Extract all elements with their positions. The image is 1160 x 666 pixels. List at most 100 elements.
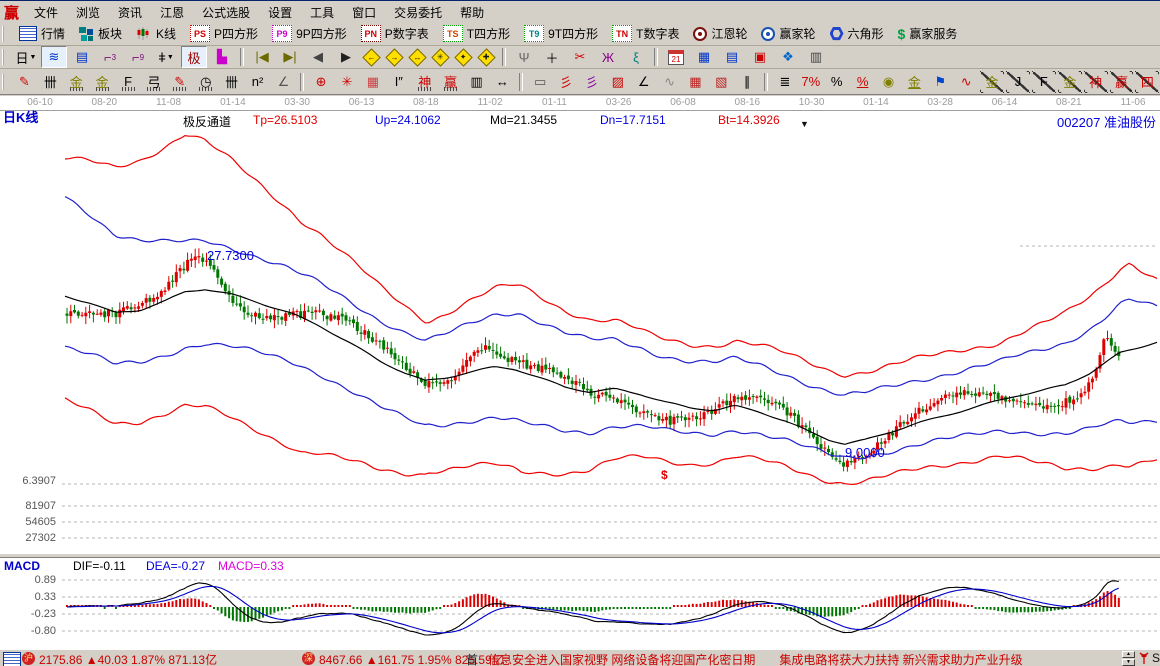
tool-zoom-horizontal[interactable]: ↔	[408, 48, 427, 67]
tool-grid-fan[interactable]: ▨	[606, 71, 630, 93]
tool-pen-fence[interactable]: ✎	[168, 71, 192, 93]
menu-item-1[interactable]: 浏览	[67, 5, 109, 21]
quotes-grid-icon[interactable]	[3, 652, 21, 666]
menu-item-0[interactable]: 文件	[25, 5, 67, 21]
tool-gold-angle[interactable]: 金	[1058, 71, 1082, 93]
tool-nav-last[interactable]: ▶|	[277, 46, 303, 68]
tool-cycle-fence[interactable]: ◷	[194, 71, 218, 93]
tool-f-angle[interactable]: F	[1032, 71, 1056, 93]
tool-zigzag-lines[interactable]: ∿	[658, 71, 682, 93]
tool-f10-info[interactable]: ▤	[69, 46, 95, 68]
tool-gann-target[interactable]: ⊕	[309, 71, 333, 93]
tool-percent[interactable]: %	[825, 71, 849, 93]
tool-fan-lines[interactable]: 彡	[554, 71, 578, 93]
tool-zoom-right[interactable]: →	[385, 48, 404, 67]
menu-item-6[interactable]: 工具	[301, 5, 343, 21]
toolbar-button-gann-wheel[interactable]: 江恩轮	[686, 22, 754, 46]
tool-overlay-3[interactable]: ⌐3	[97, 46, 123, 68]
tool-gann-grid[interactable]: ▦	[361, 71, 385, 93]
tool-candle-style-dropdown[interactable]: ǂ▼	[153, 46, 179, 68]
tool-gold-fence-1[interactable]: 金	[64, 71, 88, 93]
tool-angle-lines[interactable]: ∠	[632, 71, 656, 93]
menu-item-5[interactable]: 设置	[259, 5, 301, 21]
toolbar-button-hexagon[interactable]: 六角形	[823, 22, 891, 46]
tool-time-grid[interactable]: ▧	[709, 71, 733, 93]
tool-n2-fence[interactable]: n²	[246, 71, 270, 93]
menu-item-8[interactable]: 交易委托	[385, 5, 451, 21]
tool-ying-angle[interactable]: 赢	[1110, 71, 1134, 93]
tool-parallel-lines[interactable]: ∥	[735, 71, 759, 93]
toolbar-button-sectors[interactable]: 板块	[72, 22, 129, 46]
menu-item-4[interactable]: 公式选股	[193, 5, 259, 21]
tool-gold-levels[interactable]: 金	[902, 71, 926, 93]
tool-gann-fence[interactable]: 卌	[38, 71, 62, 93]
toolbar-button-9p-square[interactable]: P99P四方形	[265, 22, 354, 46]
tool-coil-fence[interactable]: 弓	[142, 71, 166, 93]
tool-flag-pen[interactable]: ⚑	[928, 71, 952, 93]
toolbar-button-p-square[interactable]: PSP四方形	[183, 22, 265, 46]
tool-ruler-123[interactable]: ▥	[465, 71, 489, 93]
tool-scale-tool[interactable]: ≣	[773, 71, 797, 93]
tool-trend-wave[interactable]: ≋	[41, 46, 67, 68]
tool-si-angle[interactable]: 四	[1135, 71, 1159, 93]
tool-calculator[interactable]: ▦	[691, 46, 717, 68]
tool-j-angle[interactable]: J	[1006, 71, 1030, 93]
tool-f-fence[interactable]: F	[116, 71, 140, 93]
tool-zoom-out-all[interactable]: ✳	[431, 48, 450, 67]
tool-crosshair[interactable]: ＋	[539, 46, 565, 68]
tool-period-day-dropdown[interactable]: 日▼	[13, 46, 39, 68]
chart-area[interactable]: 06-1008-2011-0801-1403-3006-1308-1811-02…	[0, 96, 1160, 649]
tool-bar-marks[interactable]: I″	[387, 71, 411, 93]
tool-gann-star[interactable]: ✳	[335, 71, 359, 93]
tool-wave-ruler[interactable]: ∿	[954, 71, 978, 93]
tool-rect-tool[interactable]: ▭	[528, 71, 552, 93]
tool-save[interactable]: ▣	[747, 46, 773, 68]
ticker-spinner[interactable]: ▲ ▼	[1122, 651, 1135, 666]
tool-shen-angle[interactable]: 神	[1084, 71, 1108, 93]
tool-zoom-left[interactable]: ←	[362, 48, 381, 67]
tool-plain-fence[interactable]: 卌	[220, 71, 244, 93]
menu-item-7[interactable]: 窗口	[343, 5, 385, 21]
tool-fan-box[interactable]: 彡	[580, 71, 604, 93]
tool-gann-wizard[interactable]: Ж	[595, 46, 621, 68]
tool-percent-levels[interactable]: %	[851, 71, 875, 93]
tool-network[interactable]: ❖	[775, 46, 801, 68]
tool-angle-measure[interactable]: ✂	[567, 46, 593, 68]
tool-nav-prev[interactable]: ◀	[305, 46, 331, 68]
toolbar-button-p-table[interactable]: PNP数字表	[354, 22, 436, 46]
menu-item-2[interactable]: 资讯	[109, 5, 151, 21]
tool-gold-circle[interactable]: ◉	[877, 71, 901, 93]
tool-ying-fence[interactable]: 赢	[439, 71, 463, 93]
spinner-up-button[interactable]: ▲	[1122, 651, 1135, 658]
toolbar-button-winner-wheel[interactable]: 赢家轮	[754, 22, 822, 46]
tool-calendar[interactable]: 21	[663, 46, 689, 68]
tool-pan-hand[interactable]: Ψ	[511, 46, 537, 68]
tool-report[interactable]: ▤	[719, 46, 745, 68]
tool-zoom-reset[interactable]: ✚	[477, 48, 496, 67]
toolbar-button-kline[interactable]: K线	[129, 22, 183, 46]
tool-gold-fence-2[interactable]: 金	[90, 71, 114, 93]
tool-gold-diag[interactable]: 金	[980, 71, 1004, 93]
toolbar-button-winner-service[interactable]: $赢家服务	[891, 22, 965, 46]
peak-price-label: 27.7300	[207, 248, 254, 263]
tool-nav-first[interactable]: |◀	[249, 46, 275, 68]
menu-item-3[interactable]: 江恩	[151, 5, 193, 21]
menu-item-9[interactable]: 帮助	[451, 5, 493, 21]
toolbar-button-quotes[interactable]: 行情	[12, 22, 72, 46]
toolbar-button-t-square[interactable]: TST四方形	[436, 22, 517, 46]
tool-smart-analysis[interactable]: ξ	[623, 46, 649, 68]
toolbar-button-t-table[interactable]: TNT数字表	[605, 22, 686, 46]
tool-draw-pen[interactable]: ✎	[13, 71, 37, 93]
tool-overlay-9[interactable]: ⌐9	[125, 46, 151, 68]
tool-volume-colored[interactable]: ▙	[209, 46, 235, 68]
tool-width-measure[interactable]: ↔	[490, 71, 514, 93]
tool-angle-ruler[interactable]: ∠	[271, 71, 295, 93]
tool-print[interactable]: ▥	[803, 46, 829, 68]
tool-jifan-channel[interactable]: 极	[181, 46, 207, 68]
toolbar-button-9t-square[interactable]: T99T四方形	[517, 22, 605, 46]
tool-price-grid[interactable]: ▦	[683, 71, 707, 93]
tool-percent-angle[interactable]: 7%	[799, 71, 823, 93]
tool-shen-fence[interactable]: 神	[413, 71, 437, 93]
tool-nav-next[interactable]: ▶	[333, 46, 359, 68]
tool-zoom-in[interactable]: ✦	[454, 48, 473, 67]
